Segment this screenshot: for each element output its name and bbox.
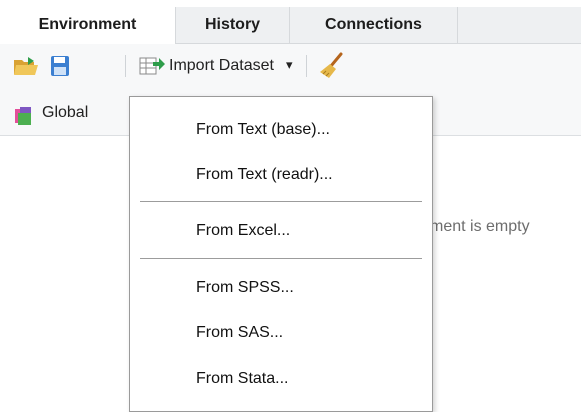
environment-icon — [14, 106, 34, 131]
tab-environment[interactable]: Environment — [0, 7, 176, 44]
toolbar-separator — [306, 55, 307, 77]
import-dataset-menu: From Text (base)... From Text (readr)...… — [129, 96, 433, 412]
menu-item-from-text-base[interactable]: From Text (base)... — [130, 110, 432, 150]
empty-environment-message: ment is empty — [430, 218, 530, 235]
menu-item-from-excel[interactable]: From Excel... — [130, 211, 432, 251]
chevron-down-icon[interactable]: ▾ — [286, 57, 293, 73]
pane-tabbar: Environment History Connections — [0, 7, 581, 44]
menu-separator — [140, 258, 422, 259]
open-folder-icon[interactable] — [13, 56, 39, 81]
menu-item-from-stata[interactable]: From Stata... — [130, 359, 432, 399]
environment-selector[interactable]: Global — [42, 104, 88, 122]
menu-item-from-sas[interactable]: From SAS... — [130, 313, 432, 353]
tab-history[interactable]: History — [176, 7, 290, 43]
menu-separator — [140, 201, 422, 202]
tab-connections[interactable]: Connections — [290, 7, 458, 43]
import-dataset-icon — [139, 56, 165, 81]
broom-icon[interactable] — [319, 52, 345, 85]
save-icon[interactable] — [50, 55, 70, 82]
import-dataset-button[interactable]: Import Dataset — [169, 57, 274, 75]
menu-item-from-spss[interactable]: From SPSS... — [130, 268, 432, 308]
menu-item-from-text-readr[interactable]: From Text (readr)... — [130, 155, 432, 195]
environment-toolbar: Import Dataset ▾ — [0, 44, 581, 89]
toolbar-separator — [125, 55, 126, 77]
